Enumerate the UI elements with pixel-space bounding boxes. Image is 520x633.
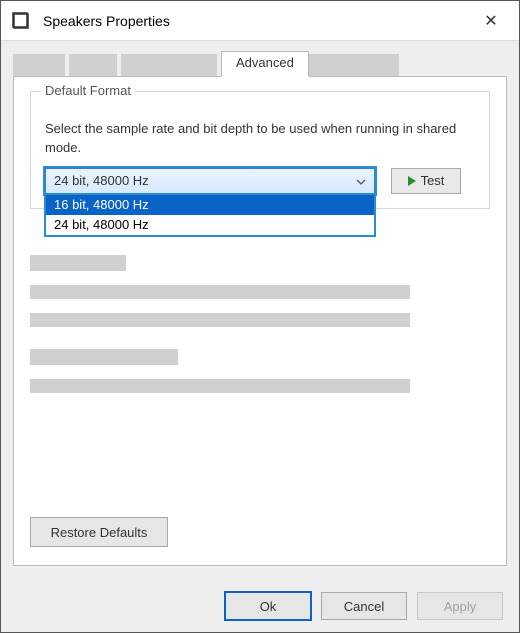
test-button[interactable]: Test [391,168,461,194]
format-option-label: 16 bit, 48000 Hz [54,197,149,212]
cancel-label: Cancel [344,599,384,614]
tab-advanced[interactable]: Advanced [221,51,309,77]
format-combobox[interactable]: 24 bit, 48000 Hz [45,168,375,194]
window-title: Speakers Properties [43,13,471,29]
format-selected-value: 24 bit, 48000 Hz [54,173,149,188]
placeholder-legend [30,255,126,271]
placeholder-line [30,379,410,393]
tab-content: Default Format Select the sample rate an… [13,76,507,566]
cancel-button[interactable]: Cancel [321,592,407,620]
format-option[interactable]: 16 bit, 48000 Hz [46,195,374,215]
apply-label: Apply [444,599,477,614]
tab-placeholder[interactable] [121,54,217,76]
placeholder-group [30,349,490,393]
format-option-label: 24 bit, 48000 Hz [54,217,149,232]
tab-placeholder[interactable] [309,54,399,76]
restore-defaults-button[interactable]: Restore Defaults [30,517,168,547]
play-icon [408,176,416,186]
close-icon: ✕ [484,13,497,30]
tab-placeholder[interactable] [13,54,65,76]
test-button-label: Test [421,173,445,188]
speaker-box-icon [9,9,33,33]
dialog-footer: Ok Cancel Apply [225,592,503,620]
default-format-group: Default Format Select the sample rate an… [30,91,490,209]
dialog-window: Speakers Properties ✕ Advanced Default F… [0,0,520,633]
format-dropdown: 16 bit, 48000 Hz 24 bit, 48000 Hz [45,194,375,236]
ok-label: Ok [260,599,277,614]
close-button[interactable]: ✕ [471,11,511,31]
apply-button[interactable]: Apply [417,592,503,620]
tab-strip: Advanced [1,41,519,76]
format-option[interactable]: 24 bit, 48000 Hz [46,215,374,235]
placeholder-line [30,285,410,299]
tab-placeholder[interactable] [69,54,117,76]
default-format-description: Select the sample rate and bit depth to … [45,120,475,158]
tab-label: Advanced [236,55,294,70]
placeholder-line [30,313,410,327]
format-combo-wrap: 24 bit, 48000 Hz 16 bit, 48000 Hz 24 bit… [45,168,375,194]
placeholder-group [30,255,490,327]
format-row: 24 bit, 48000 Hz 16 bit, 48000 Hz 24 bit… [45,168,475,194]
placeholder-legend [30,349,178,365]
chevron-down-icon [356,173,366,188]
ok-button[interactable]: Ok [225,592,311,620]
titlebar: Speakers Properties ✕ [1,1,519,41]
restore-defaults-label: Restore Defaults [51,525,148,540]
default-format-legend: Default Format [41,83,135,98]
